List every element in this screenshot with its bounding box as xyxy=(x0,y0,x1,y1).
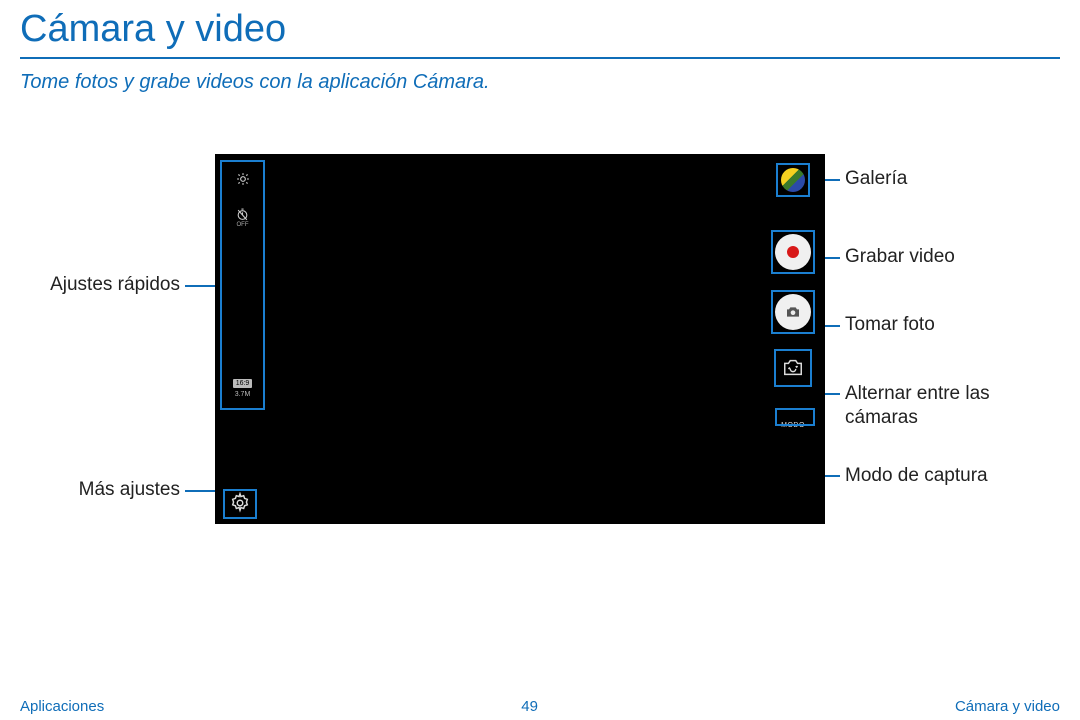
label-more-settings: Más ajustes xyxy=(20,479,180,501)
switch-camera-button[interactable] xyxy=(779,354,807,382)
camera-icon xyxy=(785,305,801,319)
page-header: Cámara y video xyxy=(0,0,1080,57)
label-take-photo: Tomar foto xyxy=(845,314,935,336)
footer-page-number: 49 xyxy=(521,698,538,715)
label-capture-mode: Modo de captura xyxy=(845,464,1005,488)
quick-settings-panel[interactable]: OFF 16:9 3.7M xyxy=(220,160,265,410)
aspect-ratio-setting[interactable]: 16:9 3.7M xyxy=(233,379,253,398)
page-subtitle: Tome fotos y grabe videos con la aplicac… xyxy=(0,71,1080,124)
gallery-thumbnail-icon[interactable] xyxy=(781,168,805,192)
switch-camera-icon xyxy=(782,357,804,379)
footer-section-left: Aplicaciones xyxy=(20,698,104,715)
page-footer: Aplicaciones 49 Cámara y video xyxy=(0,692,1080,720)
label-record-video: Grabar video xyxy=(845,246,955,268)
label-quick-settings: Ajustes rápidos xyxy=(20,274,180,296)
timer-icon[interactable]: OFF xyxy=(236,208,249,229)
megapixel-label: 3.7M xyxy=(235,391,251,398)
label-switch-camera: Alternar entre las cámaras xyxy=(845,382,1005,430)
page-title: Cámara y video xyxy=(20,8,1060,51)
title-divider xyxy=(20,57,1060,59)
right-control-column: MODO xyxy=(775,168,811,429)
label-gallery: Galería xyxy=(845,168,907,190)
mode-button[interactable]: MODO xyxy=(781,422,805,429)
take-photo-button[interactable] xyxy=(775,294,811,330)
record-dot-icon xyxy=(787,246,799,258)
device-screenshot: OFF 16:9 3.7M xyxy=(215,154,825,524)
annotated-diagram: Ajustes rápidos Más ajustes Galería Grab… xyxy=(0,124,1080,584)
footer-section-right: Cámara y video xyxy=(955,698,1060,715)
timer-off-label: OFF xyxy=(236,222,249,229)
record-video-button[interactable] xyxy=(775,234,811,270)
ratio-badge: 16:9 xyxy=(233,379,253,388)
settings-gear-icon[interactable] xyxy=(229,492,251,514)
brightness-icon[interactable] xyxy=(236,172,250,186)
